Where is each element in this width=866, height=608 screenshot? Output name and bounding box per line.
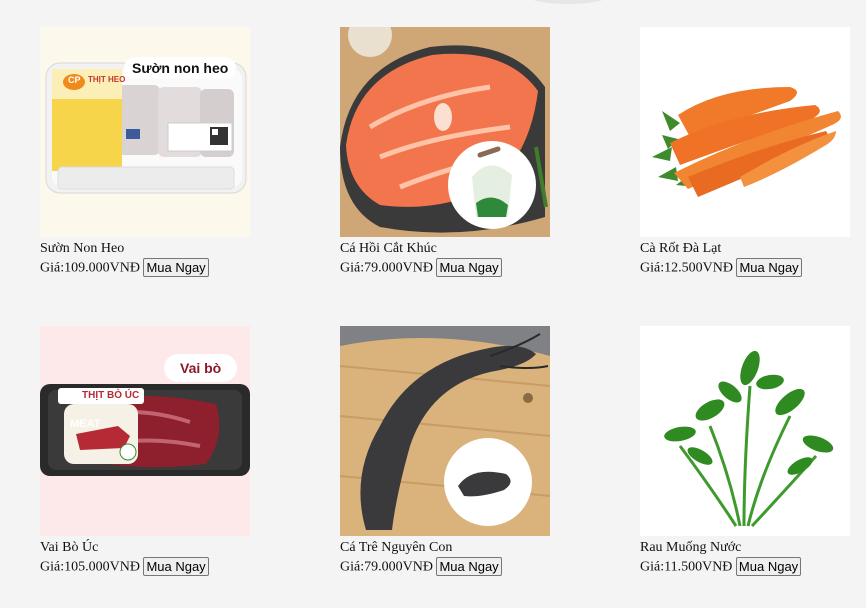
product-name: Cà Rốt Đà Lạt bbox=[640, 241, 722, 256]
image-tag: Vai bò bbox=[164, 354, 238, 382]
product-name: Rau Muống Nước bbox=[640, 540, 742, 555]
product-price: Giá:11.500VNĐ bbox=[640, 559, 733, 575]
image-tag: Sườn non heo bbox=[124, 57, 237, 79]
pack-label: THỊT BÒ ÚC bbox=[82, 390, 140, 401]
product-card: Cà Rốt Đà Lạt Giá:12.500VNĐ Mua Ngay bbox=[640, 27, 866, 278]
top-decoration bbox=[528, 0, 608, 4]
product-card: Sườn non heo CP THỊT HEO Sườn Non Heo Gi… bbox=[40, 27, 270, 278]
buy-now-button[interactable]: Mua Ngay bbox=[436, 258, 502, 277]
buy-now-button[interactable]: Mua Ngay bbox=[143, 557, 209, 576]
product-name: Cá Trê Nguyên Con bbox=[340, 540, 453, 555]
product-card: Rau Muống Nước Giá:11.500VNĐ Mua Ngay bbox=[640, 326, 866, 577]
product-card: Cá Hồi Cắt Khúc Giá:79.000VNĐ Mua Ngay bbox=[340, 27, 570, 278]
product-name: Vai Bò Úc bbox=[40, 540, 99, 555]
pack-label: THỊT HEO bbox=[88, 75, 126, 84]
buy-now-button[interactable]: Mua Ngay bbox=[736, 258, 802, 277]
product-image-rau-muong[interactable] bbox=[640, 326, 850, 536]
product-image-ca-rot[interactable] bbox=[640, 27, 850, 237]
product-card: Cá Trê Nguyên Con Giá:79.000VNĐ Mua Ngay bbox=[340, 326, 570, 577]
product-image-vai-bo-uc[interactable]: Vai bò THỊT BÒ ÚC MEAT bbox=[40, 326, 250, 536]
product-price: Giá:79.000VNĐ bbox=[340, 559, 433, 575]
product-name: Sườn Non Heo bbox=[40, 241, 125, 256]
product-image-ca-tre[interactable] bbox=[340, 326, 550, 536]
meat-label: MEAT bbox=[70, 418, 101, 430]
product-name: Cá Hồi Cắt Khúc bbox=[340, 241, 437, 256]
buy-now-button[interactable]: Mua Ngay bbox=[436, 557, 502, 576]
product-price: Giá:109.000VNĐ bbox=[40, 260, 140, 276]
product-image-suon-non-heo[interactable]: Sườn non heo CP THỊT HEO bbox=[40, 27, 250, 237]
product-price: Giá:12.500VNĐ bbox=[640, 260, 733, 276]
product-price: Giá:105.000VNĐ bbox=[40, 559, 140, 575]
product-price: Giá:79.000VNĐ bbox=[340, 260, 433, 276]
product-image-ca-hoi[interactable] bbox=[340, 27, 550, 237]
buy-now-button[interactable]: Mua Ngay bbox=[735, 557, 802, 576]
product-card: Vai bò THỊT BÒ ÚC MEAT Vai Bò Úc Giá:105… bbox=[40, 326, 270, 577]
pack-brand: CP bbox=[68, 75, 81, 85]
buy-now-button[interactable]: Mua Ngay bbox=[143, 258, 209, 277]
